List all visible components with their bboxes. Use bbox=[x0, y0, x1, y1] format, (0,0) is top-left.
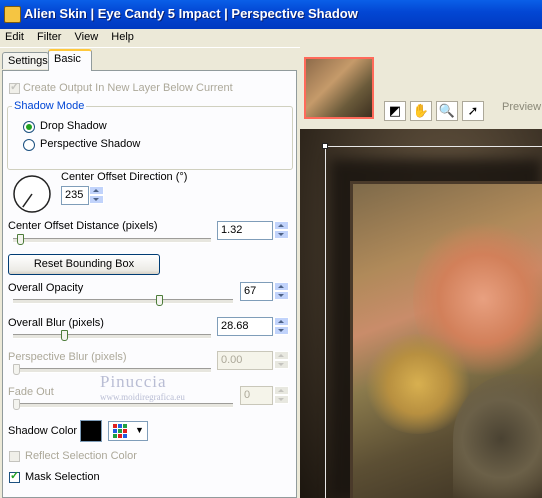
fade-out-label: Fade Out bbox=[8, 386, 54, 398]
direction-dial[interactable] bbox=[11, 173, 53, 215]
spin-down-icon[interactable] bbox=[89, 195, 104, 204]
check-icon: ✓ bbox=[10, 81, 20, 93]
basic-panel: ✓ Create Output In New Layer Below Curre… bbox=[2, 70, 297, 498]
hand-tool-icon[interactable]: ✋ bbox=[410, 101, 432, 121]
shadow-color-label: Shadow Color bbox=[8, 425, 78, 437]
drop-shadow-label: Drop Shadow bbox=[40, 120, 107, 132]
shadow-mode-title: Shadow Mode bbox=[12, 100, 87, 112]
blur-input[interactable]: 28.68 bbox=[217, 317, 273, 336]
spin-up-icon[interactable] bbox=[274, 221, 289, 230]
watermark-name: Pinuccia bbox=[100, 372, 167, 391]
create-output-checkbox[interactable]: ✓ bbox=[9, 81, 20, 94]
direction-input[interactable]: 235 bbox=[61, 186, 89, 205]
spin-down-icon[interactable] bbox=[274, 291, 289, 300]
fade-out-spinner bbox=[274, 386, 289, 405]
offset-distance-input[interactable]: 1.32 bbox=[217, 221, 273, 240]
spin-up-icon[interactable] bbox=[89, 186, 104, 195]
spin-down-icon[interactable] bbox=[274, 230, 289, 239]
navigator-thumbnail[interactable] bbox=[304, 57, 374, 119]
preview-area: ◩ ✋ 🔍 ➚ Preview bbox=[300, 47, 542, 498]
perspective-blur-thumb bbox=[13, 364, 20, 375]
spin-up-icon bbox=[274, 351, 289, 360]
tab-strip: Settings Basic bbox=[0, 49, 300, 71]
blur-spinner[interactable] bbox=[274, 317, 289, 336]
spin-up-icon[interactable] bbox=[274, 282, 289, 291]
offset-distance-label: Center Offset Distance (pixels) bbox=[8, 220, 158, 232]
perspective-blur-label: Perspective Blur (pixels) bbox=[8, 351, 127, 363]
opacity-input[interactable]: 67 bbox=[240, 282, 273, 301]
opacity-spinner[interactable] bbox=[274, 282, 289, 301]
spin-down-icon[interactable] bbox=[274, 326, 289, 335]
menu-filter[interactable]: Filter bbox=[32, 29, 66, 43]
direction-label: Center Offset Direction (°) bbox=[61, 171, 188, 183]
fade-out-thumb bbox=[13, 399, 20, 410]
spin-down-icon bbox=[274, 360, 289, 369]
fade-out-input: 0 bbox=[240, 386, 273, 405]
bounding-box-left bbox=[325, 146, 326, 498]
spin-up-icon bbox=[274, 386, 289, 395]
menu-view[interactable]: View bbox=[70, 29, 104, 43]
preview-toggle-icon[interactable]: ◩ bbox=[384, 101, 406, 121]
direction-spinner[interactable] bbox=[89, 186, 104, 205]
tab-basic[interactable]: Basic bbox=[48, 49, 92, 71]
mask-selection-label: Mask Selection bbox=[25, 471, 100, 483]
color-grid-icon bbox=[113, 424, 127, 438]
mask-selection-checkbox[interactable]: ✓ bbox=[9, 470, 20, 483]
chevron-down-icon: ▼ bbox=[135, 425, 144, 435]
menu-help[interactable]: Help bbox=[106, 29, 139, 43]
radio-selected-dot bbox=[26, 124, 32, 130]
watermark-site: www.moidiregrafica.eu bbox=[100, 392, 185, 402]
blur-thumb[interactable] bbox=[60, 330, 68, 341]
title-bar: Alien Skin | Eye Candy 5 Impact | Perspe… bbox=[0, 0, 542, 29]
create-output-label: Create Output In New Layer Below Current bbox=[23, 82, 233, 94]
app-icon bbox=[4, 6, 21, 23]
opacity-label: Overall Opacity bbox=[8, 282, 84, 294]
color-palette-dropdown[interactable]: ▼ bbox=[108, 421, 148, 441]
spin-up-icon[interactable] bbox=[274, 317, 289, 326]
menu-edit[interactable]: Edit bbox=[0, 29, 29, 43]
opacity-track[interactable] bbox=[13, 299, 233, 304]
offset-distance-track[interactable] bbox=[13, 238, 211, 243]
preview-canvas[interactable] bbox=[300, 129, 542, 498]
preview-label: Preview bbox=[502, 101, 542, 113]
bounding-box-top bbox=[325, 146, 542, 147]
window-title: Alien Skin | Eye Candy 5 Impact | Perspe… bbox=[24, 6, 358, 21]
opacity-thumb[interactable] bbox=[155, 295, 163, 306]
fade-out-track bbox=[13, 403, 233, 408]
pointer-tool-icon[interactable]: ➚ bbox=[462, 101, 484, 121]
menu-bar: Edit Filter View Help bbox=[0, 29, 542, 48]
check-icon: ✓ bbox=[10, 470, 20, 482]
perspective-shadow-label: Perspective Shadow bbox=[40, 138, 141, 150]
blur-track[interactable] bbox=[13, 334, 211, 339]
reflect-selection-label: Reflect Selection Color bbox=[25, 450, 137, 462]
blur-label: Overall Blur (pixels) bbox=[8, 317, 104, 329]
drop-shadow-radio[interactable] bbox=[23, 121, 35, 133]
offset-distance-spinner[interactable] bbox=[274, 221, 289, 240]
perspective-blur-input: 0.00 bbox=[217, 351, 273, 370]
reflect-selection-checkbox bbox=[9, 451, 20, 462]
zoom-tool-icon[interactable]: 🔍 bbox=[436, 101, 458, 121]
bounding-box-handle[interactable] bbox=[322, 143, 328, 149]
offset-distance-thumb[interactable] bbox=[16, 234, 24, 245]
shadow-color-swatch[interactable] bbox=[80, 420, 102, 442]
reset-bounding-box-button[interactable]: Reset Bounding Box bbox=[8, 254, 160, 275]
tab-settings[interactable]: Settings bbox=[2, 52, 49, 69]
perspective-blur-spinner bbox=[274, 351, 289, 370]
spin-down-icon bbox=[274, 395, 289, 404]
perspective-shadow-radio[interactable] bbox=[23, 139, 35, 151]
image-layer bbox=[350, 181, 542, 498]
